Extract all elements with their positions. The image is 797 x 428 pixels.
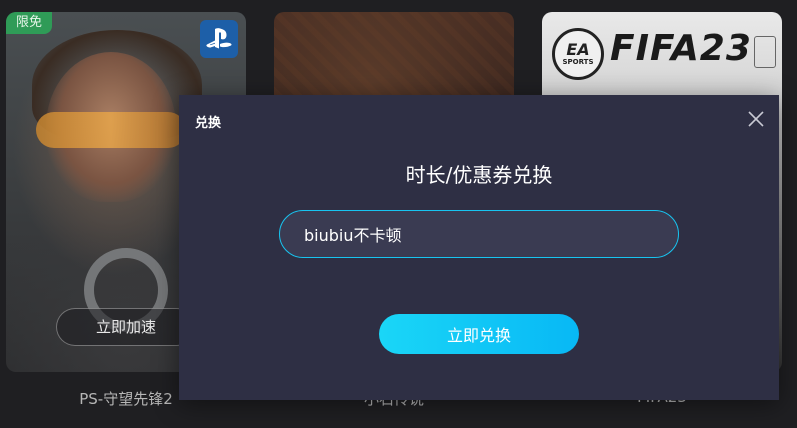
close-icon[interactable]	[747, 110, 765, 128]
redeem-code-input[interactable]	[279, 210, 679, 258]
limited-free-badge: 限免	[6, 12, 52, 34]
character-goggles	[36, 112, 186, 148]
fifa-corner-logo	[754, 36, 776, 68]
ea-logo-text: EA	[566, 39, 590, 59]
modal-title: 兑换	[195, 116, 222, 131]
redeem-now-button[interactable]: 立即兑换	[379, 314, 579, 354]
playstation-icon	[200, 20, 238, 58]
modal-heading: 时长/优惠券兑换	[405, 163, 553, 187]
fifa-title: FIFA23	[610, 28, 752, 69]
redeem-modal: 兑换 时长/优惠券兑换 立即兑换	[179, 95, 779, 400]
sports-logo-text: SPORTS	[562, 57, 594, 66]
accelerate-button[interactable]: 立即加速	[56, 308, 196, 346]
ea-sports-logo: EA SPORTS	[552, 28, 604, 80]
